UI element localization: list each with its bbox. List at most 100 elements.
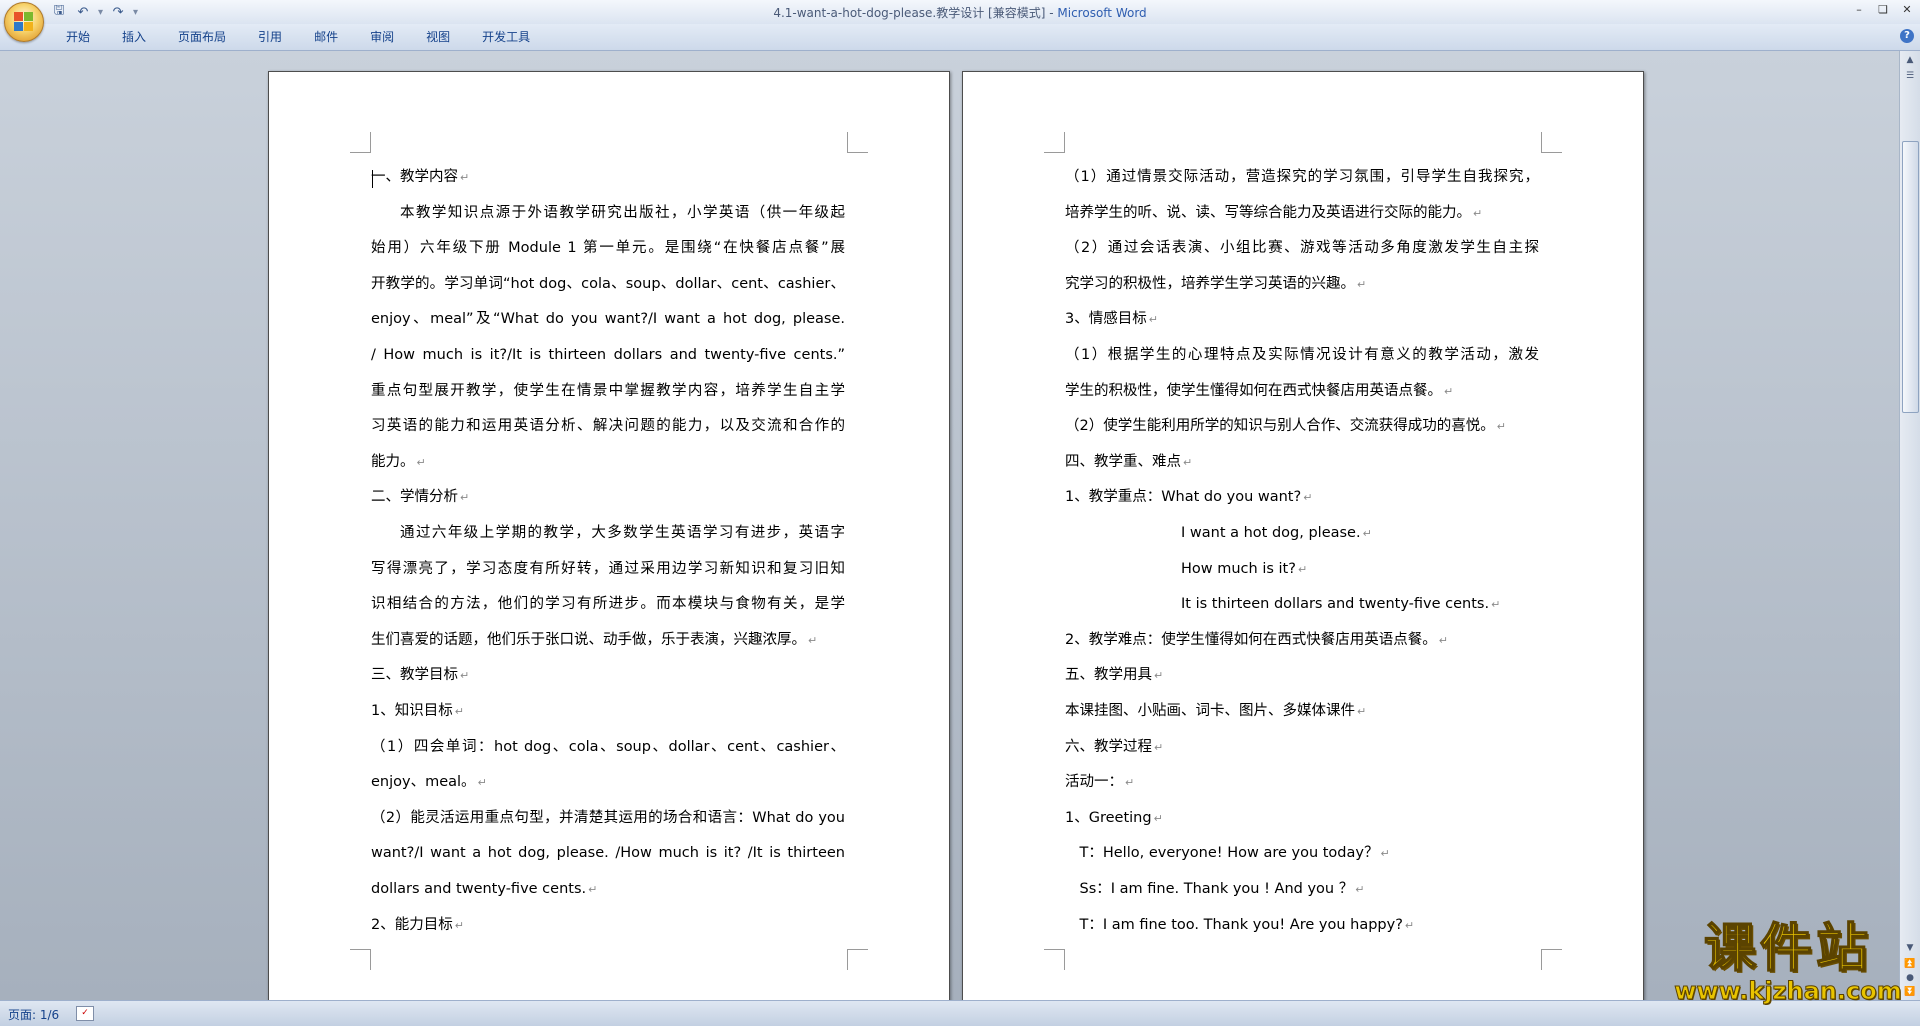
crop-mark [1541, 949, 1562, 970]
crop-mark [1044, 949, 1065, 970]
crop-mark [847, 949, 868, 970]
document-line[interactable]: It is thirteen dollars and twenty-five c… [1181, 594, 1500, 614]
tab-insert[interactable]: 插入 [106, 29, 162, 45]
page-count[interactable]: 页面: 1/6 [8, 1006, 59, 1023]
document-line[interactable]: T：Hello, everyone! How are you today？ ↵ [1080, 843, 1390, 863]
document-line[interactable]: 培养学生的听、说、读、写等综合能力及英语进行交际的能力。 ↵ [1065, 203, 1482, 223]
paragraph-mark: ↵ [1154, 669, 1164, 683]
crop-mark [350, 132, 371, 153]
document-line[interactable]: 三、教学目标 ↵ [371, 665, 469, 685]
document-line[interactable]: 五、教学用具 ↵ [1065, 665, 1163, 685]
document-page-1[interactable]: 一、教学内容 ↵ 本教学知识点源于外语教学研究出版社，小学英语（供一年级起始用）六年… [268, 71, 950, 1000]
document-line[interactable]: 2、能力目标 ↵ [371, 915, 464, 935]
document-line[interactable]: I want a hot dog, please. ↵ [1181, 523, 1372, 543]
document-line[interactable]: 1、教学重点：What do you want? ↵ [1065, 487, 1312, 507]
tab-references[interactable]: 引用 [242, 29, 298, 45]
next-page-icon[interactable]: ⏬ [1903, 985, 1917, 999]
document-line[interactable]: / How much is it?/It is thirteen dollars… [371, 345, 845, 365]
paragraph-mark: ↵ [416, 455, 426, 469]
document-line[interactable]: Ss：I am fine. Thank you ! And you ？ ↵ [1080, 879, 1365, 899]
document-line[interactable]: 始用）六年级下册 Module 1 第一单元。是围绕“在快餐店点餐”展 [371, 238, 845, 258]
document-line[interactable]: 本课挂图、小贴画、词卡、图片、多媒体课件 ↵ [1065, 701, 1366, 721]
document-line[interactable]: 本教学知识点源于外语教学研究出版社，小学英语（供一年级起 [400, 203, 845, 223]
document-line[interactable]: 写得漂亮了，学习态度有所好转，通过采用边学习新知识和复习旧知 [371, 559, 845, 579]
scrollbar-thumb[interactable] [1902, 141, 1919, 413]
minimize-icon[interactable]: – [1850, 2, 1868, 18]
status-bar: 页面: 1/6 ✓ [0, 1000, 1920, 1026]
tab-review[interactable]: 审阅 [354, 29, 410, 45]
previous-page-icon[interactable]: ⏫ [1903, 957, 1917, 971]
document-line[interactable]: （2）使学生能利用所学的知识与别人合作、交流获得成功的喜悦。 ↵ [1065, 416, 1506, 436]
document-line[interactable]: dollars and twenty-five cents. ↵ [371, 879, 597, 899]
document-line[interactable]: （2）通过会话表演、小组比赛、游戏等活动多角度激发学生自主探 [1065, 238, 1539, 258]
document-line[interactable]: 3、情感目标 ↵ [1065, 309, 1158, 329]
paragraph-mark: ↵ [1438, 633, 1448, 647]
document-workspace[interactable]: 一、教学内容 ↵ 本教学知识点源于外语教学研究出版社，小学英语（供一年级起始用）六年… [0, 51, 1900, 1000]
ruler-toggle-icon[interactable]: ☰ [1903, 69, 1917, 83]
paragraph-mark: ↵ [460, 171, 470, 184]
browse-object-icon[interactable]: ● [1903, 971, 1917, 985]
close-icon[interactable]: ✕ [1898, 2, 1916, 18]
restore-icon[interactable]: ❏ [1874, 2, 1892, 18]
office-logo-icon [14, 12, 34, 32]
ribbon: 开始 插入 页面布局 引用 邮件 审阅 视图 开发工具 ? [0, 24, 1920, 51]
crop-mark [1541, 132, 1562, 153]
document-line[interactable]: 一、教学内容 ↵ [371, 167, 469, 187]
watermark-text: 课件站 [1703, 919, 1872, 979]
paragraph-mark: ↵ [1404, 918, 1415, 932]
paragraph-mark: ↵ [1355, 883, 1365, 896]
document-line[interactable]: want?/I want a hot dog, please. /How muc… [371, 843, 845, 863]
paragraph-mark: ↵ [1496, 420, 1506, 434]
tab-mailings[interactable]: 邮件 [298, 29, 354, 45]
paragraph-mark: ↵ [588, 883, 598, 896]
office-button[interactable] [4, 2, 44, 42]
tab-developer[interactable]: 开发工具 [466, 29, 546, 45]
crop-mark [847, 132, 868, 153]
tab-view[interactable]: 视图 [410, 29, 466, 45]
paragraph-mark: ↵ [1357, 277, 1367, 291]
paragraph-mark: ↵ [1183, 455, 1193, 469]
document-line[interactable]: How much is it? ↵ [1181, 559, 1307, 579]
document-line[interactable]: 习英语的能力和运用英语分析、解决问题的能力，以及交流和合作的 [371, 416, 845, 436]
document-line[interactable]: enjoy、meal。 ↵ [371, 772, 487, 792]
document-page-2[interactable]: （1）通过情景交际活动，营造探究的学习氛围，引导学生自我探究， 培养学生的听、说、… [962, 71, 1644, 1000]
document-line[interactable]: enjoy、meal”及“What do you want?/I want a … [371, 309, 845, 329]
document-line[interactable]: 四、教学重、难点 ↵ [1065, 452, 1192, 472]
document-line[interactable]: 1、知识目标 ↵ [371, 701, 464, 721]
paragraph-mark: ↵ [1380, 847, 1390, 861]
document-line[interactable]: 通过六年级上学期的教学，大多数学生英语学习有进步，英语字 [400, 523, 845, 543]
document-line[interactable]: 生们喜爱的话题，他们乐于张口说、动手做，乐于表演，兴趣浓厚。 ↵ [371, 630, 817, 650]
document-line[interactable]: （1）根据学生的心理特点及实际情况设计有意义的教学活动，激发 [1065, 345, 1539, 365]
watermark-url: www.kjzhan.com [1674, 977, 1902, 1005]
document-line[interactable]: （2）能灵活运用重点句型，并清楚其运用的场合和语言：What do you [371, 808, 845, 828]
document-line[interactable]: T：I am fine too. Thank you! Are you happ… [1080, 915, 1415, 935]
document-line[interactable]: 究学习的积极性，培养学生学习英语的兴趣。 ↵ [1065, 274, 1366, 294]
vertical-scrollbar[interactable]: ▲ ☰ ▼ ⏫ ● ⏬ [1899, 51, 1920, 1000]
document-line[interactable]: （1）通过情景交际活动，营造探究的学习氛围，引导学生自我探究， [1065, 167, 1539, 187]
document-line[interactable]: 六、教学过程 ↵ [1065, 737, 1163, 757]
document-line[interactable]: 识相结合的方法，他们的学习有所进步。而本模块与食物有关，是学 [371, 594, 845, 614]
paragraph-mark: ↵ [1303, 491, 1313, 505]
document-line[interactable]: 1、Greeting ↵ [1065, 808, 1163, 828]
document-line[interactable]: 二、学情分析 ↵ [371, 487, 469, 507]
help-icon[interactable]: ? [1900, 29, 1914, 43]
window-title: 4.1-want-a-hot-dog-please.教学设计 [兼容模式] - … [0, 4, 1920, 21]
document-line[interactable]: 活动一： ↵ [1065, 772, 1134, 792]
proofing-errors-icon[interactable]: ✓ [76, 1006, 94, 1021]
scroll-up-icon[interactable]: ▲ [1903, 53, 1917, 67]
tab-page-layout[interactable]: 页面布局 [162, 29, 242, 45]
document-line[interactable]: 能力。 ↵ [371, 452, 426, 472]
document-line[interactable]: 开教学的。学习单词“hot dog、cola、soup、dollar、cent、… [371, 274, 845, 294]
paragraph-mark: ↵ [477, 776, 487, 790]
paragraph-mark: ↵ [1297, 562, 1308, 576]
document-line[interactable]: （1）四会单词：hot dog、cola、soup、dollar、cent、ca… [371, 737, 845, 757]
document-line[interactable]: 重点句型展开教学，使学生在情景中掌握教学内容，培养学生自主学 [371, 381, 845, 401]
document-line[interactable]: 2、教学难点：使学生懂得如何在西式快餐店用英语点餐。 ↵ [1065, 630, 1448, 650]
tab-home[interactable]: 开始 [50, 29, 106, 45]
document-line[interactable]: 学生的积极性，使学生懂得如何在西式快餐店用英语点餐。 ↵ [1065, 381, 1453, 401]
ribbon-tabs: 开始 插入 页面布局 引用 邮件 审阅 视图 开发工具 [50, 29, 546, 45]
crop-mark [1044, 132, 1065, 153]
watermark-logo: 课件站 www.kjzhan.com [1672, 919, 1904, 1005]
crop-mark [350, 949, 371, 970]
scroll-down-icon[interactable]: ▼ [1903, 941, 1917, 955]
